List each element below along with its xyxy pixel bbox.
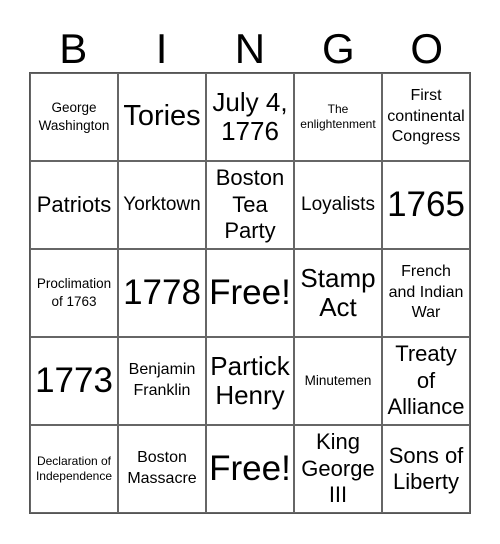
bingo-cell[interactable]: 1765 bbox=[382, 161, 470, 249]
bingo-cell[interactable]: French and Indian War bbox=[382, 249, 470, 337]
header-letter-o: O bbox=[410, 25, 444, 72]
bingo-cell[interactable]: Patriots bbox=[30, 161, 118, 249]
bingo-cell[interactable]: Partick Henry bbox=[206, 337, 294, 425]
bingo-cell[interactable]: Treaty of Alliance bbox=[382, 337, 470, 425]
bingo-cell[interactable]: Proclimation of 1763 bbox=[30, 249, 118, 337]
bingo-cell[interactable]: Yorktown bbox=[118, 161, 206, 249]
bingo-cell[interactable]: George Washington bbox=[30, 73, 118, 161]
bingo-cell[interactable]: 1778 bbox=[118, 249, 206, 337]
bingo-cell[interactable]: Loyalists bbox=[294, 161, 382, 249]
bingo-cell[interactable]: 1773 bbox=[30, 337, 118, 425]
bingo-cell[interactable]: Benjamin Franklin bbox=[118, 337, 206, 425]
header-letter-g: G bbox=[322, 25, 355, 72]
header-letter-b: B bbox=[59, 25, 88, 72]
bingo-cell[interactable]: Tories bbox=[118, 73, 206, 161]
bingo-grid: George Washington Tories July 4, 1776 Th… bbox=[29, 72, 471, 514]
bingo-cell[interactable]: Declaration of Independence bbox=[30, 425, 118, 513]
bingo-cell[interactable]: Boston Massacre bbox=[118, 425, 206, 513]
bingo-cell[interactable]: July 4, 1776 bbox=[206, 73, 294, 161]
bingo-cell[interactable]: Boston Tea Party bbox=[206, 161, 294, 249]
bingo-cell[interactable]: Minutemen bbox=[294, 337, 382, 425]
header-letter-n: N bbox=[234, 25, 266, 72]
bingo-header: B I N G O bbox=[29, 26, 471, 72]
bingo-cell[interactable]: Stamp Act bbox=[294, 249, 382, 337]
free-space-cell[interactable]: Free! bbox=[206, 249, 294, 337]
bingo-cell[interactable]: Sons of Liberty bbox=[382, 425, 470, 513]
header-letter-i: I bbox=[155, 25, 168, 72]
bingo-cell[interactable]: First continental Congress bbox=[382, 73, 470, 161]
bingo-cell[interactable]: The enlightenment bbox=[294, 73, 382, 161]
free-space-cell[interactable]: Free! bbox=[206, 425, 294, 513]
bingo-cell[interactable]: King George III bbox=[294, 425, 382, 513]
